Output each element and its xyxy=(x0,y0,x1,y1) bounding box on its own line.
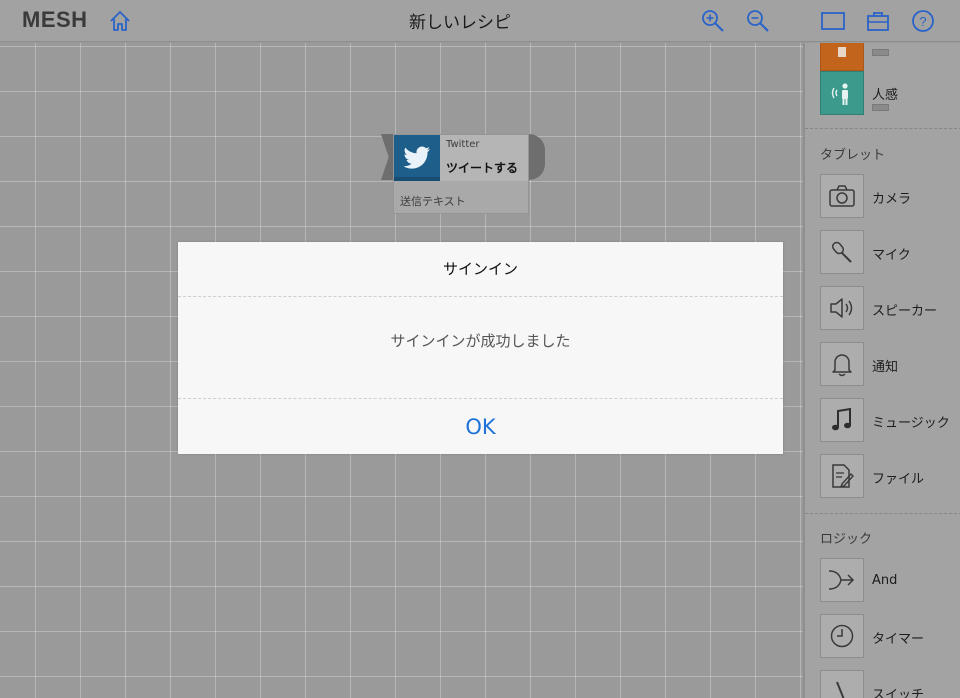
zoom-out-icon[interactable] xyxy=(745,8,771,34)
block-name: Twitter xyxy=(446,139,480,150)
block-card: Twitter ツイートする 送信テキスト xyxy=(393,134,529,214)
zoom-in-icon[interactable] xyxy=(700,8,726,34)
tablet-item-microphone[interactable]: マイク xyxy=(872,244,911,263)
home-icon[interactable] xyxy=(107,8,133,34)
file-edit-icon[interactable] xyxy=(820,454,864,498)
tablet-item-camera[interactable]: カメラ xyxy=(872,188,911,207)
help-icon[interactable]: ? xyxy=(910,8,936,34)
section-divider xyxy=(805,128,960,129)
tag-label-motion: 人感 xyxy=(872,88,899,103)
tile-band xyxy=(394,177,440,181)
microphone-icon[interactable] xyxy=(820,230,864,274)
logic-item-switch[interactable]: スイッチ xyxy=(872,684,924,698)
tag-orange-icon[interactable] xyxy=(820,43,864,71)
section-divider xyxy=(805,513,960,514)
music-note-icon[interactable] xyxy=(820,398,864,442)
tablet-item-file[interactable]: ファイル xyxy=(872,468,924,487)
tag-panel[interactable]: 人感 タブレット カメラ マイク スピーカー 通知 ミュージック ファイル ロジ… xyxy=(803,43,960,698)
logic-item-and[interactable]: And xyxy=(872,573,897,588)
dialog-message: サインインが成功しました xyxy=(390,332,571,350)
window-icon[interactable] xyxy=(820,8,846,34)
app-logo: MESH xyxy=(22,7,88,32)
timer-icon[interactable] xyxy=(820,614,864,658)
tablet-item-speaker[interactable]: スピーカー xyxy=(872,300,937,319)
ok-button[interactable]: OK xyxy=(178,398,783,454)
twitter-block[interactable]: Twitter ツイートする 送信テキスト xyxy=(381,134,547,214)
twitter-bird-icon xyxy=(394,135,440,181)
tablet-item-music[interactable]: ミュージック xyxy=(872,412,950,431)
and-merge-icon[interactable] xyxy=(820,558,864,602)
battery-icon xyxy=(872,49,889,56)
page-title: 新しいレシピ xyxy=(409,13,511,33)
speaker-icon[interactable] xyxy=(820,286,864,330)
block-output-connector[interactable] xyxy=(529,134,545,180)
dialog-title: サインイン xyxy=(178,242,783,297)
camera-icon[interactable] xyxy=(820,174,864,218)
block-header: Twitter ツイートする xyxy=(394,135,528,181)
section-title-tablet: タブレット xyxy=(820,148,886,163)
signin-dialog: サインイン サインインが成功しました OK xyxy=(178,242,783,454)
toolbox-icon[interactable] xyxy=(865,8,891,34)
tablet-item-notification[interactable]: 通知 xyxy=(872,356,898,375)
switch-icon[interactable] xyxy=(820,670,864,698)
block-parameter[interactable]: 送信テキスト xyxy=(400,193,466,209)
bell-icon[interactable] xyxy=(820,342,864,386)
block-action: ツイートする xyxy=(446,161,519,175)
svg-text:?: ? xyxy=(919,14,926,29)
logic-item-timer[interactable]: タイマー xyxy=(872,628,924,647)
battery-icon xyxy=(872,104,889,111)
top-bar: MESH 新しいレシピ ? xyxy=(0,0,960,42)
section-title-logic: ロジック xyxy=(820,532,873,547)
motion-sensor-icon[interactable] xyxy=(820,71,864,115)
